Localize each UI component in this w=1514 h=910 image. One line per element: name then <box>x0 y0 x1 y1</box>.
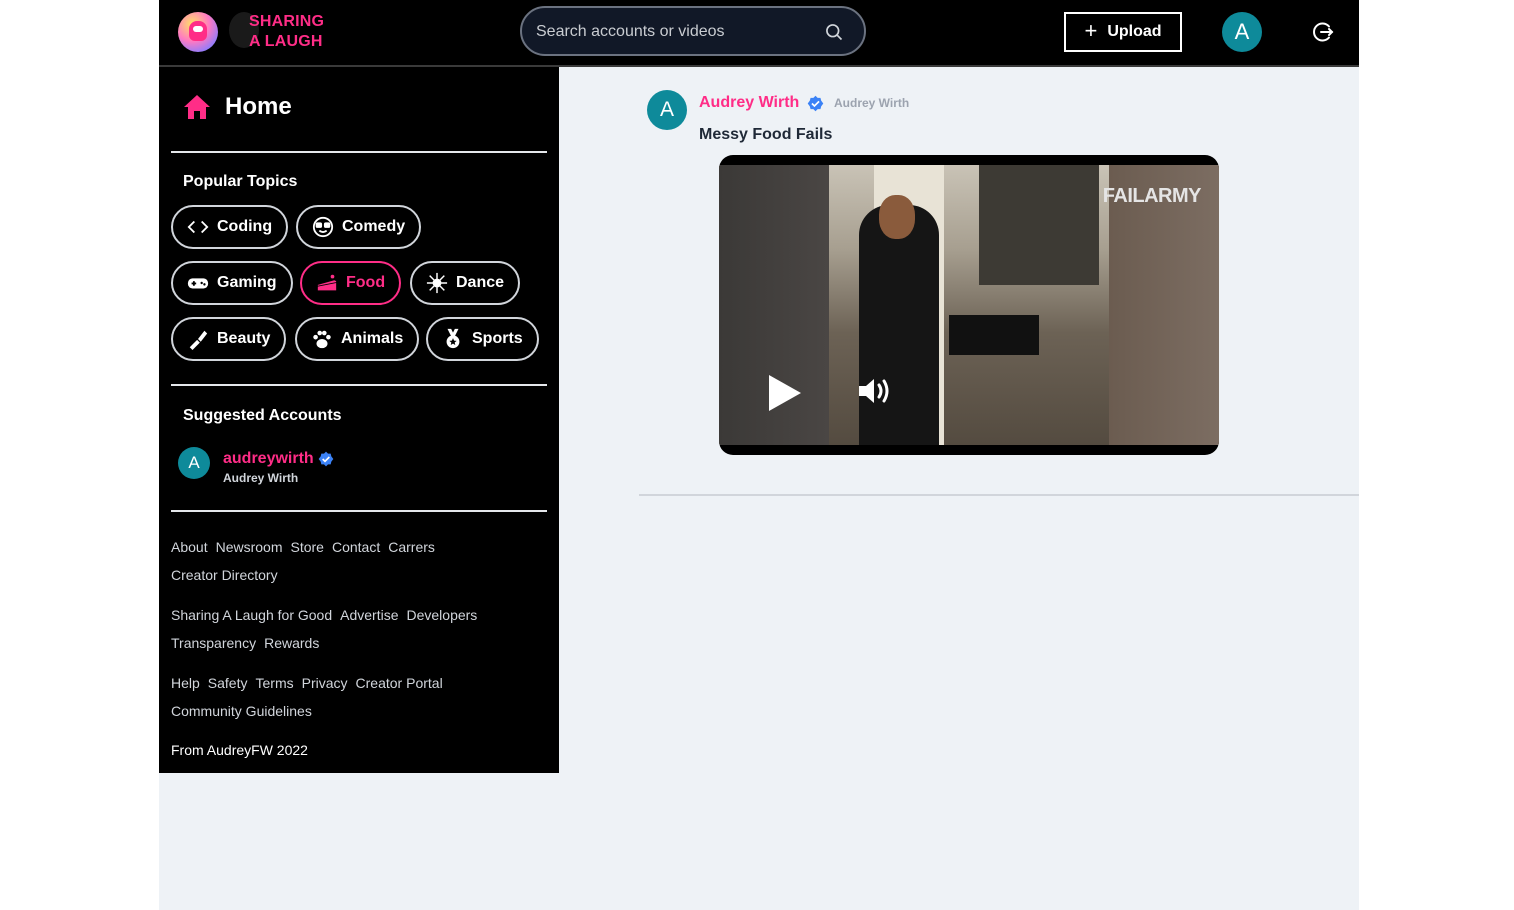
topic-label: Gaming <box>217 274 277 291</box>
link-store[interactable]: Store <box>291 539 324 555</box>
popular-topics-title: Popular Topics <box>183 173 298 190</box>
topic-gaming[interactable]: Gaming <box>171 261 293 305</box>
paw-icon <box>313 330 331 349</box>
video-watermark: FAILARMY <box>1102 185 1202 207</box>
medal-icon <box>446 328 460 349</box>
search-icon[interactable] <box>824 22 844 42</box>
link-creator-portal[interactable]: Creator Portal <box>356 675 443 691</box>
volume-icon[interactable] <box>855 371 895 411</box>
copyright-text: From AudreyFW 2022 <box>171 742 308 758</box>
topic-label: Sports <box>472 330 523 347</box>
verified-badge-icon <box>318 451 334 467</box>
nav-home[interactable]: Home <box>183 93 292 121</box>
link-rewards[interactable]: Rewards <box>264 635 319 651</box>
sidebar: Home Popular Topics Coding Comedy Gaming… <box>159 67 559 773</box>
link-safety[interactable]: Safety <box>208 675 248 691</box>
disco-ball-icon <box>426 272 448 294</box>
post-author-name: Audrey Wirth <box>699 94 800 111</box>
link-terms[interactable]: Terms <box>256 675 294 691</box>
search-bar <box>520 6 866 56</box>
video-player[interactable]: FAILARMY <box>719 155 1219 455</box>
scene-window <box>979 165 1099 285</box>
upload-button[interactable]: + Upload <box>1064 12 1182 52</box>
topic-food[interactable]: Food <box>300 261 402 305</box>
topic-label: Animals <box>341 330 404 347</box>
link-about[interactable]: About <box>171 539 208 555</box>
logo-text[interactable]: SHARING A LAUGH <box>249 12 324 52</box>
suggested-accounts-title: Suggested Accounts <box>183 407 342 424</box>
link-advertise[interactable]: Advertise <box>340 607 398 623</box>
topic-label: Food <box>346 274 386 291</box>
link-help[interactable]: Help <box>171 675 200 691</box>
upload-label: Upload <box>1107 23 1162 40</box>
link-careers[interactable]: Carrers <box>388 539 435 555</box>
robot-icon <box>189 21 207 41</box>
lipstick-icon <box>189 330 208 350</box>
top-bar: SHARING A LAUGH + Upload A <box>159 0 1359 67</box>
search-input[interactable] <box>534 8 818 56</box>
post-divider <box>639 494 1359 496</box>
suggested-account-link[interactable]: audreywirth <box>223 450 334 468</box>
post-author-display-name: Audrey Wirth <box>834 96 910 110</box>
user-avatar[interactable]: A <box>1222 12 1262 52</box>
verified-badge-icon <box>808 95 824 111</box>
link-contact[interactable]: Contact <box>332 539 380 555</box>
link-for-good[interactable]: Sharing A Laugh for Good <box>171 607 332 623</box>
link-transparency[interactable]: Transparency <box>171 635 256 651</box>
divider <box>171 151 547 153</box>
suggested-account-display-name: Audrey Wirth <box>223 471 299 485</box>
footer-links-group-2: Sharing A Laugh for Good Advertise Develop… <box>171 601 531 657</box>
video-frame: FAILARMY <box>719 165 1219 445</box>
suggested-account-username: audreywirth <box>223 450 314 467</box>
topic-label: Beauty <box>217 330 271 347</box>
topic-beauty[interactable]: Beauty <box>171 317 287 361</box>
divider <box>171 510 547 512</box>
link-creator-directory[interactable]: Creator Directory <box>171 567 278 583</box>
home-icon <box>184 95 210 119</box>
topic-label: Dance <box>456 274 505 291</box>
topic-label: Comedy <box>342 218 406 235</box>
link-community-guidelines[interactable]: Community Guidelines <box>171 703 312 719</box>
post-author-link[interactable]: Audrey Wirth <box>699 94 824 112</box>
code-icon <box>187 220 209 234</box>
logo-line-2: A LAUGH <box>249 33 323 50</box>
logout-icon[interactable] <box>1311 20 1335 44</box>
play-icon[interactable] <box>769 375 801 411</box>
suggested-account-avatar[interactable]: A <box>178 447 210 479</box>
divider <box>171 384 547 386</box>
logo-line-1: SHARING <box>249 13 325 30</box>
topic-coding[interactable]: Coding <box>171 205 289 249</box>
topic-comedy[interactable]: Comedy <box>296 205 422 249</box>
scene-table <box>949 315 1039 355</box>
footer-links-group-3: Help Safety Terms Privacy Creator Portal Comm… <box>171 669 531 725</box>
logo-icon[interactable] <box>178 12 218 52</box>
topic-label: Coding <box>217 218 273 235</box>
home-label: Home <box>225 93 292 120</box>
scene-head <box>879 195 915 239</box>
sunglasses-face-icon <box>312 216 334 238</box>
plus-icon: + <box>1084 18 1098 43</box>
topic-dance[interactable]: Dance <box>410 261 521 305</box>
cake-icon <box>317 274 337 291</box>
app-root: SHARING A LAUGH + Upload A Home Popular … <box>159 0 1359 910</box>
post-author-avatar[interactable]: A <box>647 90 687 130</box>
footer-links-group-1: About Newsroom Store Contact Carrers Creator … <box>171 533 531 589</box>
post-caption: Messy Food Fails <box>699 126 833 143</box>
gamepad-icon <box>187 278 209 289</box>
link-developers[interactable]: Developers <box>406 607 477 623</box>
topic-animals[interactable]: Animals <box>295 317 420 361</box>
topic-sports[interactable]: Sports <box>426 317 539 361</box>
link-privacy[interactable]: Privacy <box>302 675 348 691</box>
link-newsroom[interactable]: Newsroom <box>216 539 283 555</box>
